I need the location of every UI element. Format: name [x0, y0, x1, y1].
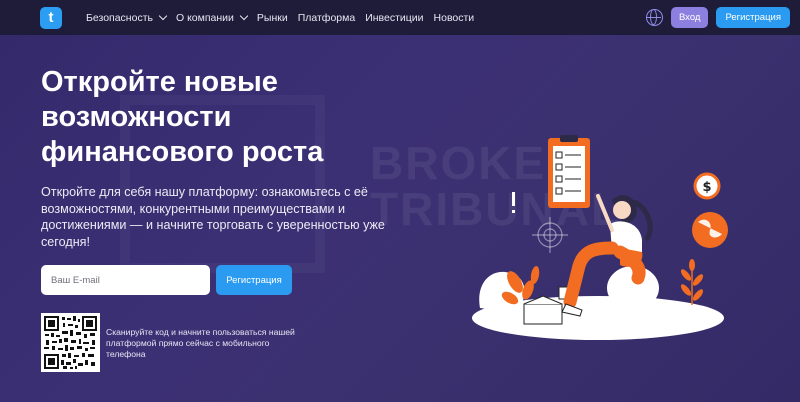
login-button[interactable]: Вход [670, 7, 709, 28]
nav-item-platform[interactable]: Платформа [298, 12, 355, 24]
qr-code-image [44, 316, 97, 369]
exclamation-mark [512, 192, 515, 206]
qr-description: Сканируйте код и начните пользоваться на… [106, 327, 295, 359]
nav-actions: Вход Регистрация [645, 7, 790, 28]
nav-item-markets[interactable]: Рынки [257, 12, 288, 24]
nav-item-security[interactable]: Безопасность [86, 11, 168, 24]
logo-letter: t [48, 9, 54, 26]
nav-item-label: Инвестиции [365, 11, 424, 24]
box [523, 303, 563, 325]
right-plant [680, 259, 704, 305]
nav-item-investments[interactable]: Инвестиции [365, 12, 423, 24]
chevron-down-icon [158, 11, 168, 21]
nav-item-label: Новости [433, 11, 475, 24]
nav-item-about[interactable]: О компании [175, 11, 249, 24]
hero-subtitle: Откройте для себя нашу платформу: ознако… [41, 185, 385, 249]
email-field[interactable]: Ваш E-mail [41, 265, 210, 295]
svg-text:$: $ [702, 180, 711, 195]
nav-item-label: О компании [175, 11, 234, 24]
qr-code [41, 313, 100, 372]
nav-menu: Безопасность О компании Рынки Платформа … [86, 12, 474, 24]
logo[interactable]: t [40, 6, 62, 29]
email-placeholder: Ваш E-mail [51, 274, 100, 286]
register-button[interactable]: Регистрация [216, 265, 292, 295]
nav-item-label: Рынки [256, 11, 288, 24]
nav-item-label: Безопасность [86, 11, 153, 24]
chevron-down-icon [239, 11, 249, 21]
page: BROKER TRIBUNAL t Безопасность О компани… [0, 0, 800, 402]
target-icon [532, 217, 568, 253]
nav-item-label: Платформа [297, 11, 356, 24]
globe-icon[interactable] [645, 9, 663, 26]
top-nav: t Безопасность О компании Рынки Платформ… [0, 0, 800, 35]
hero-illustration: $ [472, 135, 728, 340]
hero-title: Откройте новые возможности финансового р… [41, 66, 324, 168]
nav-item-news[interactable]: Новости [434, 12, 475, 24]
register-button-top[interactable]: Регистрация [716, 7, 790, 28]
